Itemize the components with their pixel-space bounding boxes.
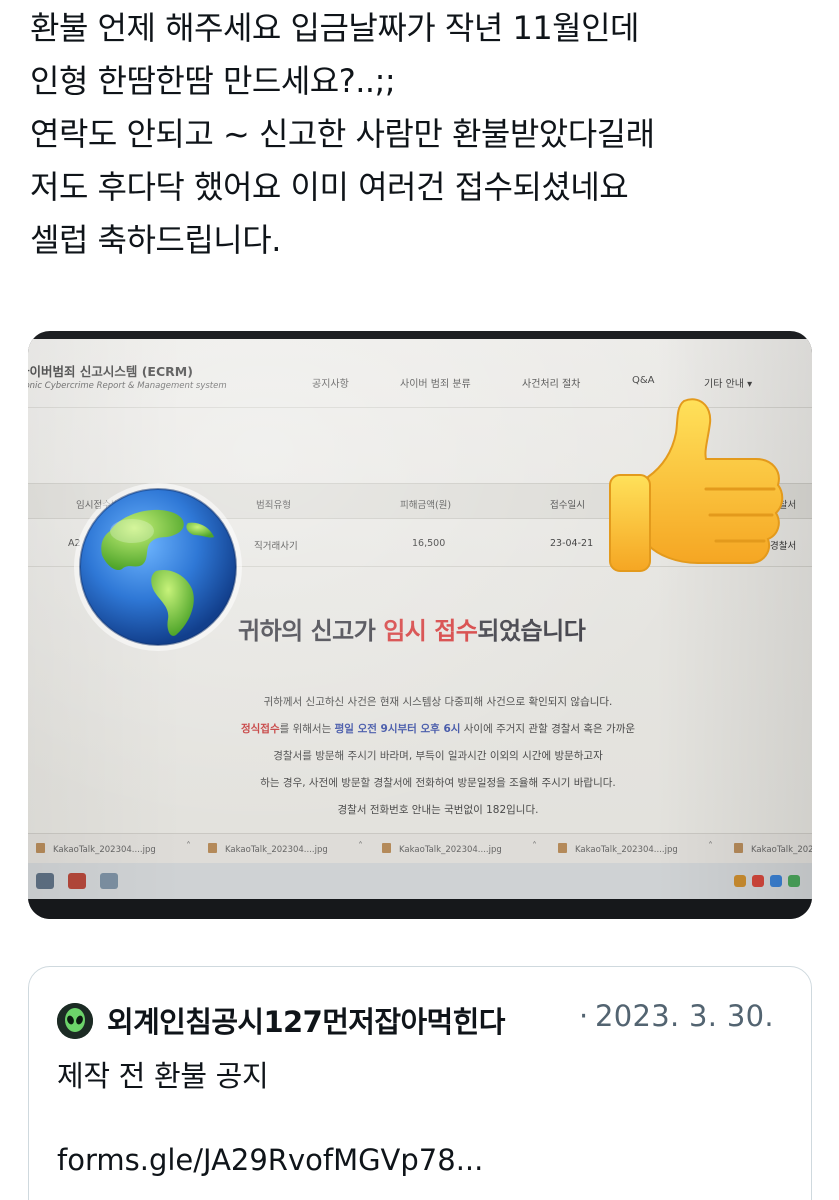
tweet-text: 환불 언제 해주세요 입금날짜가 작년 11월인데 인형 한땀한땀 만드세요?.… [30,2,820,267]
tray-icon [752,875,764,887]
modal-line: 경찰서 전화번호 안내는 국번없이 182입니다. [337,804,539,816]
download-filename: KakaoTalk_202304....jpg [575,845,678,855]
globe-americas-icon [74,483,242,651]
tweet-line: 셀럽 축하드립니다. [30,221,281,259]
cell-crime-type: 직거래사기 [254,541,298,552]
alien-avatar-icon [57,1003,93,1039]
download-item: KakaoTalk_202304....jpg [382,843,502,855]
modal-line-part: 사이에 주거지 관할 경찰서 혹은 가까운 [460,723,636,735]
tray-icon [788,875,800,887]
download-item: KakaoTalk_202304....jpg [558,843,678,855]
quoted-tweet-date[interactable]: 2023. 3. 30. [595,999,774,1033]
col-damage-amount: 피해금액(원) [400,500,452,511]
download-filename: KakaoTalk_202304 [751,845,812,855]
cell-damage-amount: 16,500 [412,538,446,549]
modal-title-post: 되었습니다 [477,617,586,645]
thumbs-up-icon [609,398,784,572]
nav-item-etc: 기타 안내 ▾ [704,379,753,390]
chevron-up-icon: ˄ [708,841,713,852]
image-file-icon [558,843,567,853]
modal-title: 귀하의 신고가 임시 접수되었습니다 [238,611,586,646]
download-filename: KakaoTalk_202304....jpg [399,845,502,855]
tweet-line: 연락도 안되고 ~ 신고한 사람만 환불받았다길래 [30,115,655,153]
formal-receipt-text: 정식접수 [240,723,280,735]
modal-line: 정식접수를 위해서는 평일 오전 9시부터 오후 6시 사이에 주거지 관할 경… [178,716,698,743]
nav-item-procedure: 사건처리 절차 [522,379,581,390]
site-subtitle: Electronic Cybercrime Report & Managemen… [28,381,227,391]
image-file-icon [208,843,217,853]
tweet-line: 인형 한땀한땀 만드세요?..;; [30,62,396,100]
avatar[interactable] [57,1003,93,1039]
monitor-bezel [28,899,812,919]
image-file-icon [36,843,45,853]
download-item: KakaoTalk_202304 [734,843,812,855]
chevron-up-icon: ˄ [186,841,191,852]
launcher-icon [36,873,54,889]
quoted-author-name[interactable]: 외계인침공시127먼저잡아먹힌다 [107,999,505,1041]
modal-line: 귀하께서 신고하신 사건은 현재 시스템상 다중피해 사건으로 확인되지 않습니… [263,696,613,708]
image-file-icon [734,843,743,853]
download-item: KakaoTalk_202304....jpg [208,843,328,855]
modal-title-highlight: 임시 접수 [383,617,478,645]
cell-receipt-date: 23-04-21 [550,538,594,549]
nav-item-qna: Q&A [632,375,655,386]
os-taskbar [28,863,812,899]
quoted-tweet-header: 외계인침공시127먼저잡아먹힌다 · 2023. 3. 30. [57,997,797,1041]
separator-dot: · [579,999,589,1033]
quoted-tweet-card[interactable]: 외계인침공시127먼저잡아먹힌다 · 2023. 3. 30. 제작 전 환불 … [28,966,812,1200]
modal-body: 귀하께서 신고하신 사건은 현재 시스템상 다중피해 사건으로 확인되지 않습니… [178,689,698,824]
chevron-up-icon: ˄ [532,841,537,852]
col-crime-type: 범죄유형 [256,500,291,511]
tray-icon [770,875,782,887]
download-filename: KakaoTalk_202304....jpg [53,845,156,855]
download-bar: KakaoTalk_202304....jpg ˄ KakaoTalk_2023… [28,833,812,863]
download-filename: KakaoTalk_202304....jpg [225,845,328,855]
tweet-photo[interactable]: 사이버범죄 신고시스템 (ECRM) Electronic Cybercrime… [28,331,812,919]
col-receipt-date: 접수일시 [550,500,585,511]
nav-item-notice: 공지사항 [312,379,349,390]
modal-line: 하는 경우, 사전에 방문할 경찰서에 전화하여 방문일정을 조율해 주시기 바… [260,777,616,789]
quoted-tweet-link[interactable]: forms.gle/JA29RvofMGVp78... [57,1143,483,1177]
app-icon [100,873,118,889]
tray-icon [734,875,746,887]
modal-line-part: 를 위해서는 [279,723,335,735]
business-hours-text: 평일 오전 9시부터 오후 6시 [334,723,461,735]
modal-line: 경찰서를 방문해 주시기 바라며, 부득이 일과시간 이외의 시간에 방문하고자 [273,750,603,762]
download-item: KakaoTalk_202304....jpg [36,843,156,855]
chevron-up-icon: ˄ [358,841,363,852]
nav-item-crime-types: 사이버 범죄 분류 [400,379,471,390]
image-file-icon [382,843,391,853]
tweet-line: 저도 후다닥 했어요 이미 여러건 접수되셨네요 [30,168,629,206]
tweet-line: 환불 언제 해주세요 입금날짜가 작년 11월인데 [30,9,640,47]
site-title: 사이버범죄 신고시스템 (ECRM) [28,364,193,379]
modal-title-pre: 귀하의 신고가 [238,617,384,645]
quoted-tweet-text: 제작 전 환불 공지 [57,1059,269,1093]
app-icon [68,873,86,889]
